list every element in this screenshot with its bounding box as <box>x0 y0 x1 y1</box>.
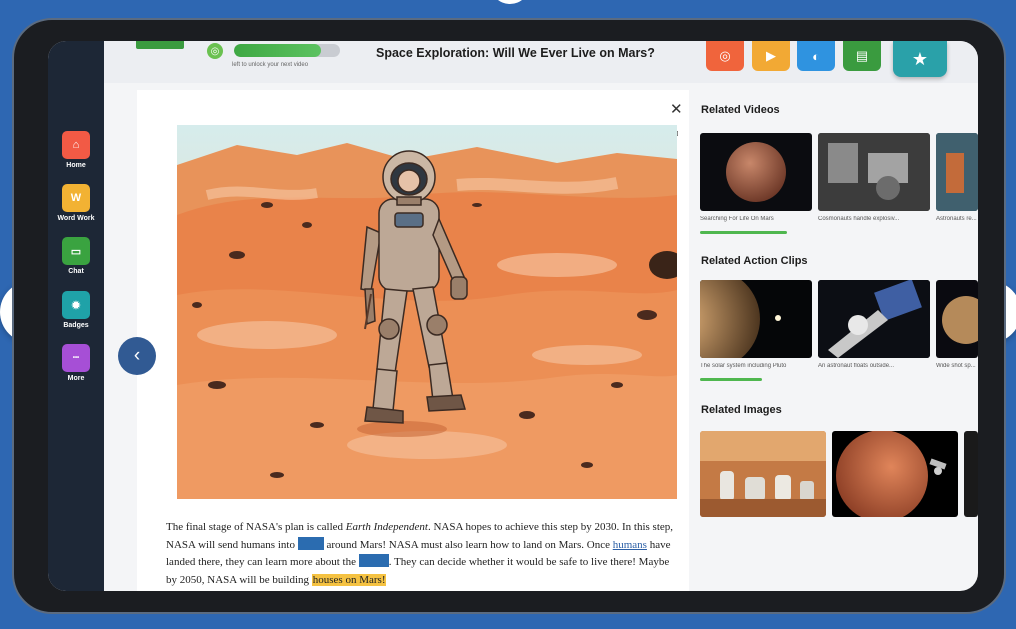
progress-caption: left to unlock your next video <box>232 62 309 68</box>
header: ◎ left to unlock your next video Space E… <box>104 41 978 83</box>
vocab-blank[interactable] <box>297 536 324 550</box>
target-icon: ◎ <box>719 48 731 63</box>
home-icon: ⌂ <box>62 131 90 159</box>
video-thumbnail[interactable] <box>936 133 978 211</box>
sidebar-item-label: Badges <box>63 322 89 329</box>
more-icon: ••• <box>62 344 90 372</box>
top-notch <box>490 0 530 4</box>
image-thumbnail[interactable] <box>964 431 978 517</box>
level-chip <box>136 41 184 49</box>
sidebar-item-label: Home <box>66 162 86 169</box>
app-screen: ⌂ Home W Word Work ▭ Chat ✹ Badges ••• M… <box>48 41 978 591</box>
listen-tool-button[interactable]: ◐ <box>797 41 835 71</box>
target-icon: ◎ <box>207 43 223 59</box>
related-images-title: Related Images <box>701 404 782 416</box>
sidebar-item-badges[interactable]: ✹ Badges <box>48 291 104 329</box>
target-tool-button[interactable]: ◎ <box>706 41 744 71</box>
book-icon: ▤ <box>855 48 869 63</box>
play-icon: ▶ <box>766 48 776 63</box>
sidebar-item-label: More <box>67 375 85 382</box>
story-card: ✕ ⧉ <box>137 90 689 591</box>
video-thumbnail[interactable] <box>818 133 930 211</box>
tablet-frame: ⌂ Home W Word Work ▭ Chat ✹ Badges ••• M… <box>12 18 1006 614</box>
clip-caption: An astronaut floats outside... <box>818 363 895 369</box>
videos-watched-bar <box>700 231 788 234</box>
image-thumbnail[interactable] <box>700 431 826 517</box>
story-text: The final stage of NASA's plan is called… <box>166 519 680 589</box>
favorite-button[interactable]: ★ <box>893 41 947 77</box>
play-tool-button[interactable]: ▶ <box>752 41 790 71</box>
related-videos-title: Related Videos <box>701 104 780 116</box>
mars-astronaut-illustration <box>177 125 677 499</box>
sidebar-item-home[interactable]: ⌂ Home <box>48 131 104 169</box>
image-thumbnail[interactable] <box>832 431 958 517</box>
vocab-link[interactable]: humans <box>613 539 647 551</box>
clip-thumbnail[interactable] <box>936 280 978 358</box>
video-thumbnail[interactable] <box>700 133 812 211</box>
story-text-part: around Mars! NASA must also learn how to… <box>323 538 613 551</box>
video-caption: Astronauts re... <box>936 216 977 222</box>
video-caption: Cosmonauts handle explosiv... <box>818 216 900 222</box>
clip-caption: The solar system including Pluto <box>700 363 787 369</box>
related-clips-title: Related Action Clips <box>701 255 808 267</box>
sidebar: ⌂ Home W Word Work ▭ Chat ✹ Badges ••• M… <box>48 41 104 591</box>
clip-thumbnail[interactable] <box>700 280 812 358</box>
read-tool-button[interactable]: ▤ <box>843 41 881 71</box>
close-icon[interactable]: ✕ <box>670 100 683 118</box>
sidebar-item-label: Chat <box>68 268 84 275</box>
video-caption: Searching For Life On Mars <box>700 216 774 222</box>
vocab-blank[interactable] <box>358 554 389 567</box>
progress-fill <box>234 44 321 57</box>
page-title: Space Exploration: Will We Ever Live on … <box>376 46 655 60</box>
story-title-emphasis: Earth Independent <box>345 521 428 533</box>
badge-icon: ✹ <box>62 291 90 319</box>
star-icon: ★ <box>911 48 929 69</box>
related-panel: Related Videos Searching For Life On Mar… <box>698 83 978 591</box>
sidebar-item-label: Word Work <box>57 215 95 222</box>
clip-caption: Wide shot sp... <box>936 363 976 369</box>
ear-icon: ◐ <box>812 48 820 64</box>
sidebar-item-word-work[interactable]: W Word Work <box>48 184 104 222</box>
chevron-left-icon: ‹ <box>133 345 141 366</box>
previous-slide-button[interactable]: ‹ <box>118 337 156 375</box>
story-text-part: The final stage of NASA's plan is called <box>166 521 346 533</box>
word-work-icon: W <box>62 184 90 212</box>
unlock-progress-bar <box>234 44 340 57</box>
clips-watched-bar <box>700 378 762 381</box>
highlighted-phrase[interactable]: houses on Mars! <box>311 573 387 586</box>
sidebar-item-chat[interactable]: ▭ Chat <box>48 237 104 275</box>
sidebar-item-more[interactable]: ••• More <box>48 344 104 382</box>
chat-icon: ▭ <box>62 237 90 265</box>
clip-thumbnail[interactable] <box>818 280 930 358</box>
